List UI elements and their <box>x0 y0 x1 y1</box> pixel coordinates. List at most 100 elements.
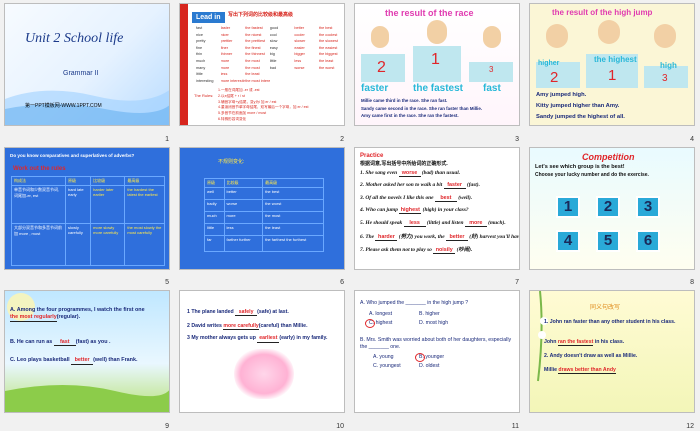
sentence-c: C. Leo plays basketball better (well) tha… <box>10 357 169 366</box>
sentence-end: (early) in my family. <box>279 335 328 341</box>
word-cell: better <box>294 26 305 30</box>
option: D. oldest <box>419 363 440 369</box>
exercise-line: 6. The harder (努力) you work, the better … <box>360 232 519 245</box>
slide-title: 不规则变化: <box>218 158 245 165</box>
slide-number: 11 <box>511 422 519 430</box>
irregular-table: 原级 比较级 最高级 well better the best badly worse th… <box>204 177 324 252</box>
slide-subtitle: Grammar II <box>63 70 99 77</box>
sentence-text: 1 The plane landed <box>187 309 236 315</box>
slide-thumb-7[interactable]: Practice 根据词意,写出括号中所给词的正确形式. 1. She sang… <box>350 144 526 288</box>
adverb-table: 构成法 原级 比较级 最高级 单音节词和少数双音节词,词尾加-er, est hard … <box>11 175 165 266</box>
word-cell: easy <box>269 45 278 50</box>
number-box-1[interactable]: 1 <box>556 195 580 218</box>
cell: harder later earlier <box>90 184 126 224</box>
slide-thumb-4[interactable]: the result of the high jump higher the h… <box>525 0 700 144</box>
answer: safely <box>235 309 258 316</box>
rule-item: 6.特殊形容词变化 <box>218 116 247 121</box>
sentence-end: (careful) than Millie. <box>258 323 308 329</box>
practice-label: Practice <box>360 152 384 159</box>
cell: slowly carefully <box>64 222 92 266</box>
slide-7: Practice 根据词意,写出括号中所给词的正确形式. 1. She sang… <box>354 146 520 270</box>
place-third: 3 <box>489 65 494 74</box>
answer: harder <box>375 234 398 242</box>
answer: faster <box>443 182 466 190</box>
answer: better <box>71 357 94 366</box>
slide-grid: Unit 2 School life Grammar II 第一PPT模板网-W… <box>0 0 700 431</box>
slide-thumb-12[interactable]: 同义句改写 1. John ran faster than any other … <box>525 287 700 431</box>
word-cell: the worst <box>318 65 335 70</box>
number-box-5[interactable]: 5 <box>596 229 620 252</box>
cell: 大部分双音节和多音节词前加 more , most <box>11 222 66 266</box>
word-cell <box>294 72 319 79</box>
slide-thumb-3[interactable]: the result of the race 2 1 3 faster the … <box>350 0 526 144</box>
sentence-line: Amy came first in the race. She ran the … <box>361 113 459 119</box>
sentence-text: John <box>544 339 558 345</box>
slide-11: A. Who jumped the _______ in the high ju… <box>354 290 520 413</box>
word-cell: the finest <box>245 45 261 50</box>
word-cell: bad <box>269 65 277 70</box>
cell: 单音节词和少数双音节词,词尾加-er, est <box>11 184 66 224</box>
answer: noisily <box>433 247 456 255</box>
sentence-line: Sandy jumped the highest of all. <box>536 114 625 120</box>
slide-number: 9 <box>165 422 169 430</box>
word-row: many more the most bad worse the worst <box>196 66 344 73</box>
cell: hard late early <box>64 184 92 224</box>
exercise-line: 5. He should speak less (little) and lis… <box>360 219 519 233</box>
place-third: 3 <box>662 73 668 84</box>
exercise-line: 2. Mother asked her son to walk a bit fa… <box>360 182 519 195</box>
girl-face-2 <box>427 20 447 44</box>
answer: draws better than Andy <box>558 367 616 374</box>
word-high: high <box>660 61 677 70</box>
word-cell: good <box>269 26 279 30</box>
slide-number: 4 <box>690 135 694 143</box>
exercise-text: 3. Of all the novels I like this one <box>360 194 435 201</box>
question-text: Do you know comparatives and superlative… <box>10 152 135 158</box>
word-row: fast faster the fastest good better the best <box>196 26 344 33</box>
sentence-2: 2 David writes more carefully(careful) t… <box>187 323 343 330</box>
number-box-4[interactable]: 4 <box>556 229 580 252</box>
word-cell: the coolest <box>318 32 338 37</box>
slide-4: the result of the high jump higher the h… <box>529 3 695 126</box>
exercise-line: 4. Who can jump highest (high) in your c… <box>360 207 519 220</box>
slide-thumb-5[interactable]: Do you know comparatives and superlative… <box>0 144 176 288</box>
number-box-6[interactable]: 6 <box>636 229 660 252</box>
slide-thumb-8[interactable]: Competition Let's see which group is the… <box>525 144 700 288</box>
word-cell: the biggest <box>318 52 338 57</box>
slide-number: 6 <box>340 279 344 286</box>
cell: the worst <box>262 198 324 212</box>
number-box-3[interactable]: 3 <box>636 195 660 218</box>
rules-list: 1.一般在词尾加 -er 或 -est 2.以e结尾 + r / st 3.辅音字母… <box>218 88 343 123</box>
slide-thumb-1[interactable]: Unit 2 School life Grammar II 第一PPT模板网-W… <box>0 0 176 144</box>
word-cell: little <box>196 72 203 77</box>
word-cell: the thinnest <box>245 52 265 57</box>
exercise-list: 1. She sang even worse (bad) than usual.… <box>360 170 519 258</box>
slide-9: A. Among the four programmes, I watch th… <box>4 290 170 413</box>
exercise-text: 5. He should speak <box>360 219 404 226</box>
slide-thumb-2[interactable]: Lead in 写出下列词的比较级和最高级 fast faster the fast… <box>175 0 351 144</box>
slide-number: 7 <box>515 279 519 286</box>
answer: better <box>445 234 468 242</box>
slide-thumb-11[interactable]: A. Who jumped the _______ in the high ju… <box>350 287 526 431</box>
word-cell: slow <box>269 39 278 44</box>
slide-thumb-6[interactable]: 不规则变化: 原级 比较级 最高级 well better the best badly… <box>175 144 351 288</box>
word-row: little less the least <box>196 72 344 79</box>
answer: more <box>464 220 487 227</box>
answer: best <box>434 195 457 202</box>
place-second: 2 <box>377 59 386 76</box>
slide-title: Unit 2 School life <box>25 31 124 46</box>
slide-heading: the result of the high jump <box>552 8 653 17</box>
question-a: A. Who jumped the _______ in the high ju… <box>360 300 469 306</box>
exercise-line: 1. She sang even worse (bad) than usual. <box>360 170 519 183</box>
word-cell: more <box>220 65 230 70</box>
answer-circle <box>415 353 425 362</box>
word-cell: the easiest <box>318 45 338 50</box>
exercise-line: 3. Of all the novels I like this one bes… <box>360 194 519 208</box>
slide-thumb-9[interactable]: A. Among the four programmes, I watch th… <box>0 287 176 431</box>
number-box-2[interactable]: 2 <box>596 195 620 218</box>
word-row: nice nicer the nicest cool cooler the coolest <box>196 33 344 40</box>
word-cell: thin <box>196 52 203 57</box>
cell: 比较级 <box>223 177 264 188</box>
slide-thumb-10[interactable]: 1 The plane landed safely (safe) at last.… <box>175 287 351 431</box>
word-row: pretty prettier the prettiest slow slower the… <box>196 39 344 46</box>
word-cell <box>294 79 319 86</box>
